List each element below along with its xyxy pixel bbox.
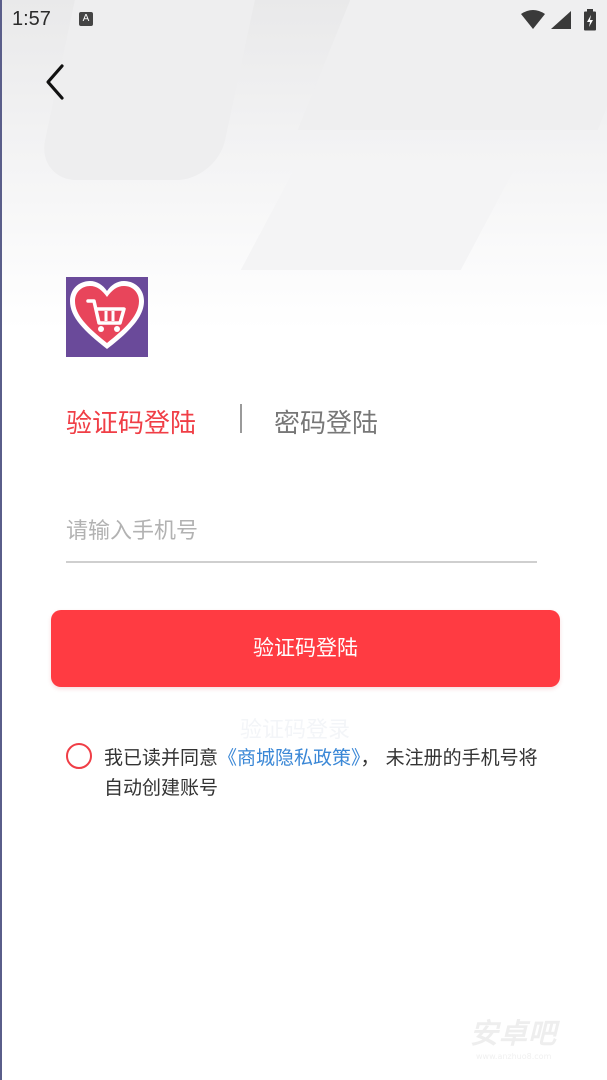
status-time: 1:57	[12, 8, 51, 30]
background-shape	[240, 160, 520, 270]
privacy-policy-link[interactable]: 《商城隐私政策》	[218, 747, 361, 769]
window-edge	[0, 0, 2, 1080]
battery-icon	[584, 9, 596, 31]
wifi-icon	[521, 10, 545, 29]
notification-a-icon: A	[79, 12, 93, 26]
tab-code-login[interactable]: 验证码登陆	[66, 403, 196, 440]
code-login-button[interactable]: 验证码登陆	[51, 610, 560, 687]
agree-checkbox[interactable]	[66, 743, 92, 769]
tab-divider	[240, 404, 242, 433]
tab-password-login[interactable]: 密码登陆	[274, 403, 378, 440]
status-bar: 1:57 A	[0, 0, 607, 40]
signal-icon	[551, 11, 571, 29]
phone-input[interactable]	[66, 508, 536, 554]
heart-cart-logo-icon	[70, 281, 144, 349]
watermark-url: www.anzhuo8.com	[476, 1052, 552, 1061]
faint-code-login-text: 验证码登录	[240, 718, 351, 743]
chevron-left-icon	[46, 64, 64, 100]
app-logo	[66, 277, 148, 357]
agreement-text: 我已读并同意《商城隐私政策》， 未注册的手机号将自动创建账号	[104, 743, 544, 803]
phone-input-underline	[66, 561, 537, 563]
back-button[interactable]	[38, 62, 72, 102]
agreement-prefix: 我已读并同意	[104, 747, 219, 769]
watermark: 安卓吧	[470, 1017, 558, 1050]
